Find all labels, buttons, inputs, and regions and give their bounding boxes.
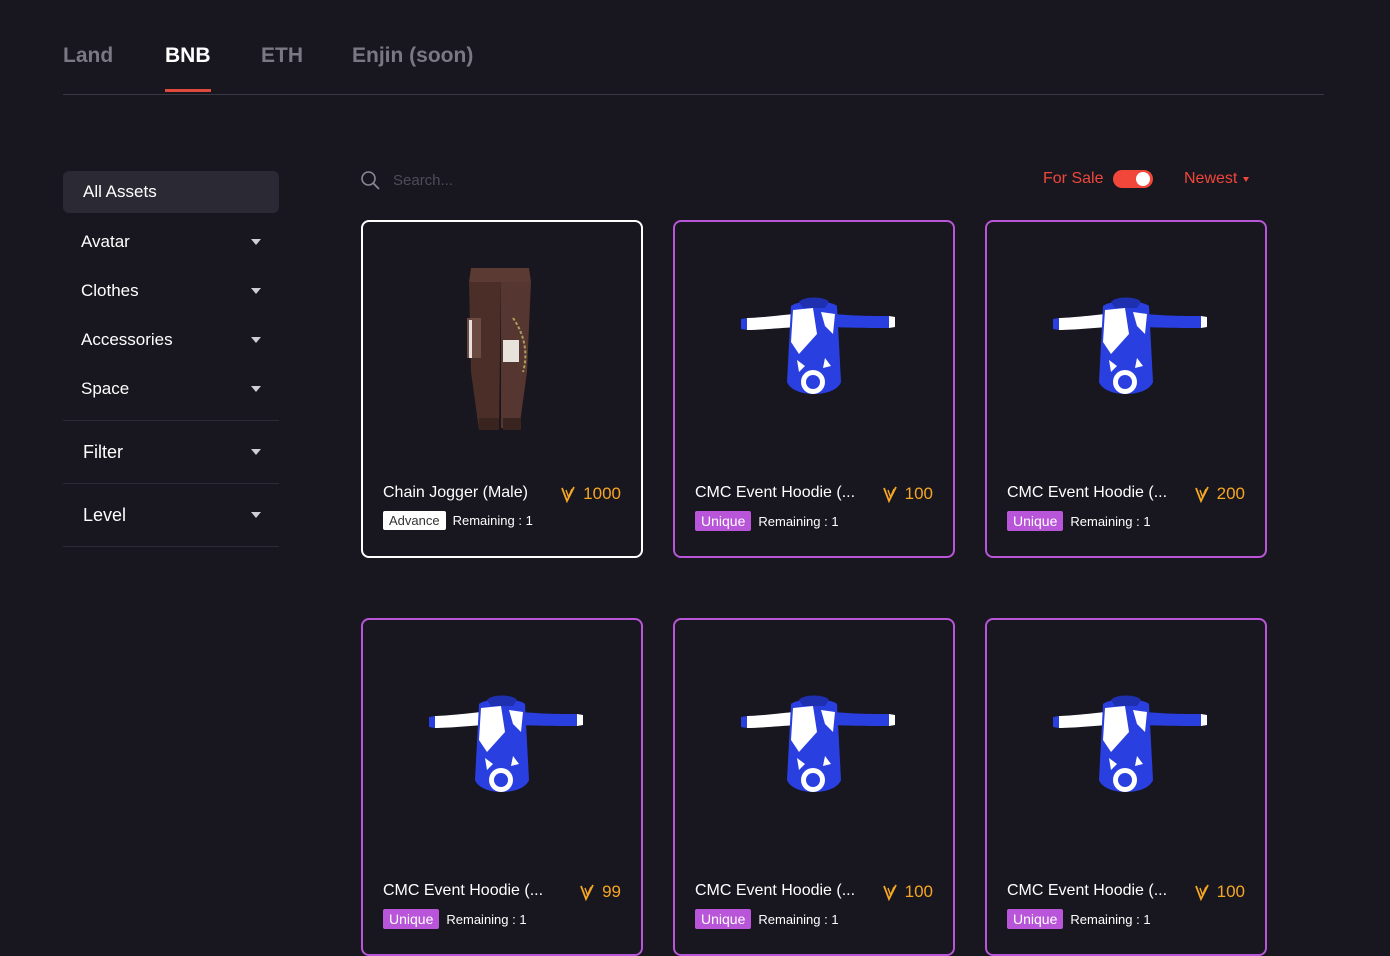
level-label: Level (83, 504, 127, 525)
asset-card[interactable]: CMC Event Hoodie (... 100 Unique Remaini… (673, 618, 955, 956)
coin-icon (883, 884, 897, 901)
sort-dropdown[interactable]: Newest (1184, 170, 1250, 188)
asset-name: CMC Event Hoodie (... (383, 882, 544, 899)
remaining-count: Remaining : 1 (1070, 513, 1151, 529)
sidebar-item-label: Avatar (81, 231, 130, 251)
rarity-badge: Unique (695, 511, 752, 531)
category-sidebar: All Assets Avatar Clothes Accessories Sp… (63, 171, 279, 547)
caret-down-icon (251, 238, 261, 245)
coin-icon (561, 486, 575, 503)
rarity-badge: Unique (383, 909, 440, 929)
asset-card[interactable]: Chain Jogger (Male) 1000 Advance Remaini… (361, 220, 643, 558)
caret-down-icon (251, 512, 261, 518)
rarity-badge: Advance (383, 511, 446, 530)
price-value: 1000 (583, 484, 621, 503)
caret-down-icon (251, 336, 261, 343)
hoodie-image (675, 222, 953, 472)
asset-card[interactable]: CMC Event Hoodie (... 100 Unique Remaini… (985, 618, 1267, 956)
asset-price: 100 (1195, 882, 1245, 902)
asset-card[interactable]: CMC Event Hoodie (... 100 Unique Remaini… (673, 220, 955, 558)
tab-enjin[interactable]: Enjin (soon) (352, 44, 473, 92)
sidebar-item-avatar[interactable]: Avatar (63, 217, 279, 266)
caret-down-icon (1243, 176, 1250, 182)
hoodie-image (987, 222, 1265, 472)
asset-name: CMC Event Hoodie (... (695, 882, 856, 899)
asset-name: Chain Jogger (Male) (383, 484, 528, 501)
asset-badges: Unique Remaining : 1 (1007, 909, 1151, 929)
sidebar-item-label: Space (81, 378, 130, 398)
sidebar-item-label: Clothes (81, 280, 139, 300)
search-bar (360, 170, 595, 190)
coin-icon (1195, 486, 1209, 503)
caret-down-icon (251, 385, 261, 392)
asset-card[interactable]: CMC Event Hoodie (... 200 Unique Remaini… (985, 220, 1267, 558)
asset-price: 100 (883, 882, 933, 902)
price-value: 200 (1216, 484, 1245, 503)
asset-price: 99 (580, 882, 621, 902)
remaining-count: Remaining : 1 (452, 513, 533, 528)
sidebar-divider (63, 413, 279, 421)
asset-badges: Unique Remaining : 1 (695, 909, 839, 929)
sidebar-item-all-assets[interactable]: All Assets (63, 171, 279, 213)
search-input[interactable] (391, 170, 595, 190)
joggers-image (363, 222, 641, 472)
asset-badges: Advance Remaining : 1 (383, 511, 533, 530)
rarity-badge: Unique (1007, 511, 1064, 531)
asset-badges: Unique Remaining : 1 (383, 909, 527, 929)
hoodie-image (363, 620, 641, 870)
sidebar-item-space[interactable]: Space (63, 364, 279, 413)
caret-down-icon (251, 287, 261, 294)
asset-name: CMC Event Hoodie (... (1007, 484, 1168, 501)
for-sale-label: For Sale (1043, 170, 1104, 187)
coin-icon (1195, 884, 1209, 901)
remaining-count: Remaining : 1 (758, 911, 839, 927)
asset-card[interactable]: CMC Event Hoodie (... 99 Unique Remainin… (361, 618, 643, 956)
sidebar-item-label: All Assets (83, 182, 157, 201)
price-value: 100 (904, 882, 933, 901)
sidebar-item-clothes[interactable]: Clothes (63, 266, 279, 315)
toggle-knob (1136, 172, 1151, 186)
remaining-count: Remaining : 1 (1070, 911, 1151, 927)
hoodie-image (987, 620, 1265, 870)
filter-dropdown[interactable]: Filter (63, 421, 279, 484)
asset-price: 100 (883, 484, 933, 504)
tab-eth[interactable]: ETH (261, 44, 303, 92)
asset-price: 1000 (561, 484, 621, 504)
caret-down-icon (251, 449, 261, 455)
coin-icon (580, 884, 594, 901)
remaining-count: Remaining : 1 (446, 911, 527, 927)
level-dropdown[interactable]: Level (63, 484, 279, 547)
tab-bnb[interactable]: BNB (165, 44, 211, 92)
price-value: 100 (904, 484, 933, 503)
price-value: 100 (1216, 882, 1245, 901)
for-sale-filter: For Sale (1043, 170, 1154, 188)
asset-price: 200 (1195, 484, 1245, 504)
price-value: 99 (602, 882, 621, 901)
coin-icon (883, 486, 897, 503)
sort-label: Newest (1184, 170, 1238, 187)
network-tabs: Land BNB ETH Enjin (soon) (63, 0, 1324, 95)
search-icon (361, 171, 380, 190)
sidebar-item-label: Accessories (81, 329, 173, 349)
for-sale-toggle[interactable] (1113, 170, 1154, 188)
filter-label: Filter (83, 441, 123, 462)
rarity-badge: Unique (1007, 909, 1064, 929)
asset-badges: Unique Remaining : 1 (695, 511, 839, 531)
rarity-badge: Unique (695, 909, 752, 929)
hoodie-image (675, 620, 953, 870)
asset-name: CMC Event Hoodie (... (1007, 882, 1168, 899)
asset-name: CMC Event Hoodie (... (695, 484, 856, 501)
tab-land[interactable]: Land (63, 44, 113, 92)
remaining-count: Remaining : 1 (758, 513, 839, 529)
asset-badges: Unique Remaining : 1 (1007, 511, 1151, 531)
sidebar-item-accessories[interactable]: Accessories (63, 315, 279, 364)
